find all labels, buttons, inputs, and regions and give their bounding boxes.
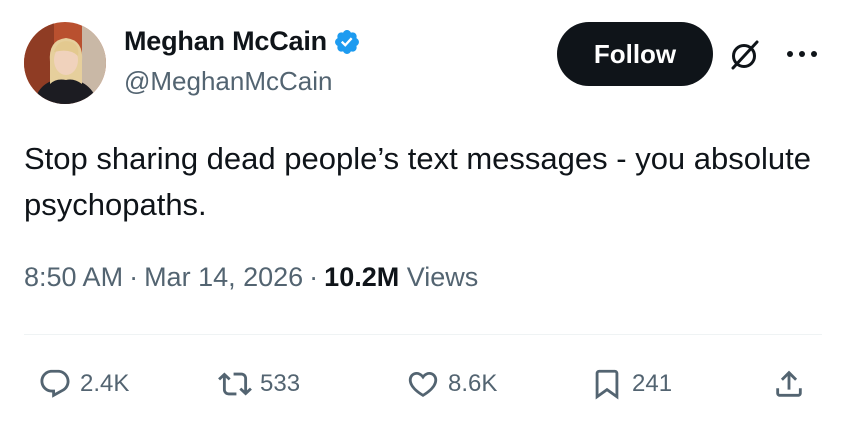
like-button[interactable]: 8.6K [406,364,497,404]
bookmark-icon [595,369,619,400]
meta-separator: · [309,262,319,292]
repost-button[interactable]: 533 [218,364,300,404]
follow-button[interactable]: Follow [557,22,713,86]
share-icon [776,370,802,397]
avatar[interactable] [24,22,106,104]
bookmark-button[interactable]: 241 [590,364,672,404]
views-label: Views [406,262,479,292]
heart-icon [408,371,438,397]
meta-separator: · [129,262,139,292]
share-button[interactable] [772,364,806,404]
avatar-image [24,22,106,104]
more-options-icon[interactable] [782,46,822,62]
verified-badge-icon[interactable] [333,28,361,56]
tweet-text: Stop sharing dead people’s text messages… [24,141,811,222]
reply-button[interactable]: 2.4K [38,364,129,404]
grok-icon[interactable] [728,38,762,72]
repost-count: 533 [260,370,301,397]
display-name[interactable]: Meghan McCain [124,26,327,57]
reply-count: 2.4K [80,370,130,397]
repost-icon [218,372,252,396]
divider [24,334,822,335]
user-handle[interactable]: @MeghanMcCain [124,66,332,97]
tweet-date[interactable]: Mar 14, 2026 [144,262,303,292]
views-count[interactable]: 10.2M [324,262,399,292]
tweet-time[interactable]: 8:50 AM [24,262,123,292]
like-count: 8.6K [448,370,498,397]
reply-icon [40,369,70,398]
author-name-row: Meghan McCain [124,26,361,57]
bookmark-count: 241 [632,370,673,397]
tweet-meta: 8:50 AM · Mar 14, 2026 · 10.2M Views [24,262,478,293]
